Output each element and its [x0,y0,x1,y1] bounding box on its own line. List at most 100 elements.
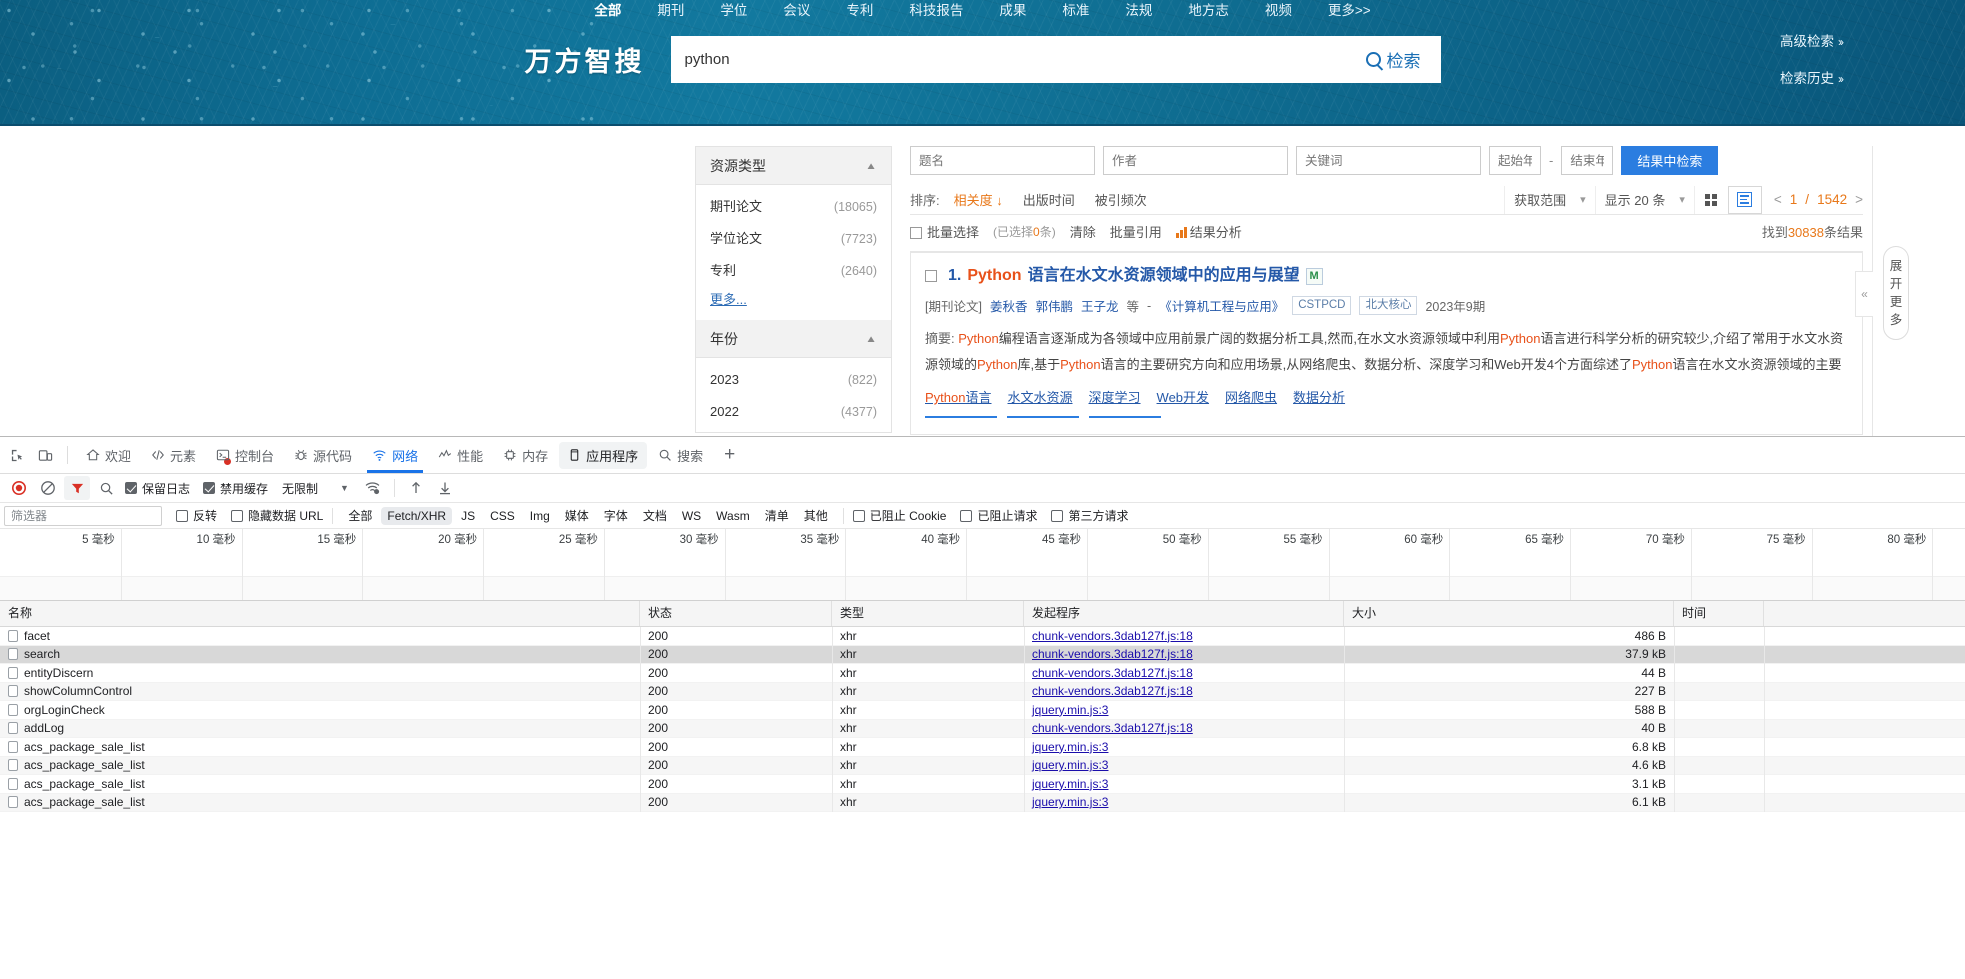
network-conditions-icon[interactable] [360,476,386,500]
topnav-item-11[interactable]: 更多>> [1328,0,1371,22]
devtools-tab-内存[interactable]: 内存 [494,438,557,473]
bulk-cite-button[interactable]: 批量引用 [1110,222,1162,241]
export-har-icon[interactable] [432,476,458,500]
result-action-1[interactable] [925,416,997,424]
refine-author-input[interactable] [1103,146,1288,175]
table-row[interactable]: entityDiscern 200 xhr chunk-vendors.3dab127… [0,664,1965,683]
bulk-clear-button[interactable]: 清除 [1070,222,1096,241]
grid-view-button[interactable] [1693,185,1728,214]
scope-select[interactable]: 获取范围 ▾ [1504,185,1595,214]
topnav-item-7[interactable]: 标准 [1062,0,1089,22]
facet-item[interactable]: 期刊论文 (18065) [696,191,891,223]
column-header-size[interactable]: 大小 [1344,601,1674,626]
result-action-3[interactable] [1089,416,1161,424]
resource-type-filter-字体[interactable]: 字体 [598,505,634,526]
resource-type-filter-Wasm[interactable]: Wasm [710,507,756,525]
devtools-tab-控制台[interactable]: 控制台 [207,438,283,473]
column-header-time[interactable]: 时间 [1674,601,1764,626]
request-initiator-link[interactable]: chunk-vendors.3dab127f.js:18 [1032,666,1193,680]
throttling-select[interactable]: 无限制 ▼ [278,480,357,497]
devtools-tab-元素[interactable]: 元素 [142,438,205,473]
result-keyword-3[interactable]: Web开发 [1157,387,1210,406]
topnav-item-6[interactable]: 成果 [999,0,1026,22]
resource-type-filter-其他[interactable]: 其他 [798,505,834,526]
topnav-item-1[interactable]: 期刊 [657,0,684,22]
table-row[interactable]: acs_package_sale_list 200 xhr jquery.min.js… [0,738,1965,757]
table-row[interactable]: showColumnControl 200 xhr chunk-vendors.3da… [0,682,1965,701]
result-author-2[interactable]: 王子龙 [1081,296,1119,315]
request-initiator-link[interactable]: chunk-vendors.3dab127f.js:18 [1032,647,1193,661]
pager-next-button[interactable]: > [1855,192,1863,207]
topnav-item-8[interactable]: 法规 [1125,0,1152,22]
rail-collapse-button[interactable]: « [1855,271,1873,317]
resource-type-filter-JS[interactable]: JS [455,507,481,525]
search-toggle-button[interactable] [93,476,119,500]
facet-item[interactable]: 2023 (822) [696,364,891,396]
resource-type-filter-WS[interactable]: WS [676,507,707,525]
request-initiator-link[interactable]: jquery.min.js:3 [1032,777,1108,791]
resource-type-filter-CSS[interactable]: CSS [484,507,521,525]
result-author-0[interactable]: 姜秋香 [990,296,1028,315]
filter-button[interactable] [64,476,90,500]
result-keyword-4[interactable]: 网络爬虫 [1225,387,1277,406]
table-row[interactable]: addLog 200 xhr chunk-vendors.3dab127f.js:18… [0,719,1965,738]
request-initiator-link[interactable]: chunk-vendors.3dab127f.js:18 [1032,629,1193,643]
facet-group-header-0[interactable]: 资源类型 ▲ [696,147,891,185]
column-header-status[interactable]: 状态 [640,601,832,626]
table-row[interactable]: acs_package_sale_list 200 xhr jquery.min.js… [0,793,1965,812]
result-analysis-button[interactable]: 结果分析 [1175,222,1242,241]
facet-more-link[interactable]: 更多... [710,292,747,307]
resource-type-filter-文档[interactable]: 文档 [637,505,673,526]
facet-group-header-1[interactable]: 年份 ▲ [696,320,891,358]
search-within-results-button[interactable]: 结果中检索 [1621,146,1719,175]
result-keyword-5[interactable]: 数据分析 [1293,387,1345,406]
filter-input[interactable] [4,505,162,526]
blocked-cookies-checkbox[interactable]: 已阻止 Cookie [852,507,946,524]
column-header-name[interactable]: 名称 [0,601,640,626]
blocked-requests-checkbox[interactable]: 已阻止请求 [960,507,1037,524]
resource-type-filter-Fetch/XHR[interactable]: Fetch/XHR [381,506,453,525]
topnav-item-0[interactable]: 全部 [594,0,621,22]
sort-option-2[interactable]: 被引频次 [1085,190,1157,209]
fulltext-badge[interactable]: M [1305,267,1323,285]
request-initiator-link[interactable]: jquery.min.js:3 [1032,758,1108,772]
search-input[interactable] [670,37,1360,82]
clear-button[interactable] [35,476,61,500]
list-view-button[interactable] [1727,185,1762,214]
resource-type-filter-全部[interactable]: 全部 [342,505,378,526]
topnav-item-10[interactable]: 视频 [1265,0,1292,22]
resource-type-filter-Img[interactable]: Img [524,507,556,525]
result-title[interactable]: 1. Python 语言在水文水资源领域中的应用与展望 M [925,265,1848,287]
result-keyword-1[interactable]: 水文水资源 [1008,387,1073,406]
refine-end-year-input[interactable] [1561,146,1614,175]
result-select-checkbox[interactable] [925,270,937,282]
devtools-tab-搜索[interactable]: 搜索 [649,438,712,473]
refine-start-year-input[interactable] [1489,146,1541,175]
resource-type-filter-媒体[interactable]: 媒体 [559,505,595,526]
resource-type-filter-清单[interactable]: 清单 [759,505,795,526]
search-button[interactable]: 检索 [1360,37,1441,82]
topnav-item-5[interactable]: 科技报告 [909,0,963,22]
banner-link-1[interactable]: 检索历史 ›› [1780,67,1844,87]
topnav-item-2[interactable]: 学位 [720,0,747,22]
request-initiator-link[interactable]: jquery.min.js:3 [1032,795,1108,809]
import-har-icon[interactable] [403,476,429,500]
invert-checkbox[interactable]: 反转 [176,507,217,524]
topnav-item-4[interactable]: 专利 [846,0,873,22]
expand-more-button[interactable]: 展开更多 [1883,246,1909,340]
column-header-type[interactable]: 类型 [832,601,1024,626]
device-toolbar-icon[interactable] [32,442,58,468]
refine-title-input[interactable] [910,146,1095,175]
devtools-tab-欢迎[interactable]: 欢迎 [77,438,140,473]
table-row[interactable]: facet 200 xhr chunk-vendors.3dab127f.js:18 4… [0,627,1965,646]
request-initiator-link[interactable]: jquery.min.js:3 [1032,740,1108,754]
topnav-item-9[interactable]: 地方志 [1188,0,1229,22]
third-party-checkbox[interactable]: 第三方请求 [1051,507,1129,524]
sort-option-1[interactable]: 出版时间 [1013,190,1085,209]
devtools-tab-应用程序[interactable]: 应用程序 [559,441,648,469]
table-row[interactable]: acs_package_sale_list 200 xhr jquery.min.js… [0,756,1965,775]
request-initiator-link[interactable]: jquery.min.js:3 [1032,703,1108,717]
bulk-select-toggle[interactable]: 批量选择 [910,222,979,241]
record-button[interactable] [6,476,32,500]
facet-item[interactable]: 学位论文 (7723) [696,223,891,255]
